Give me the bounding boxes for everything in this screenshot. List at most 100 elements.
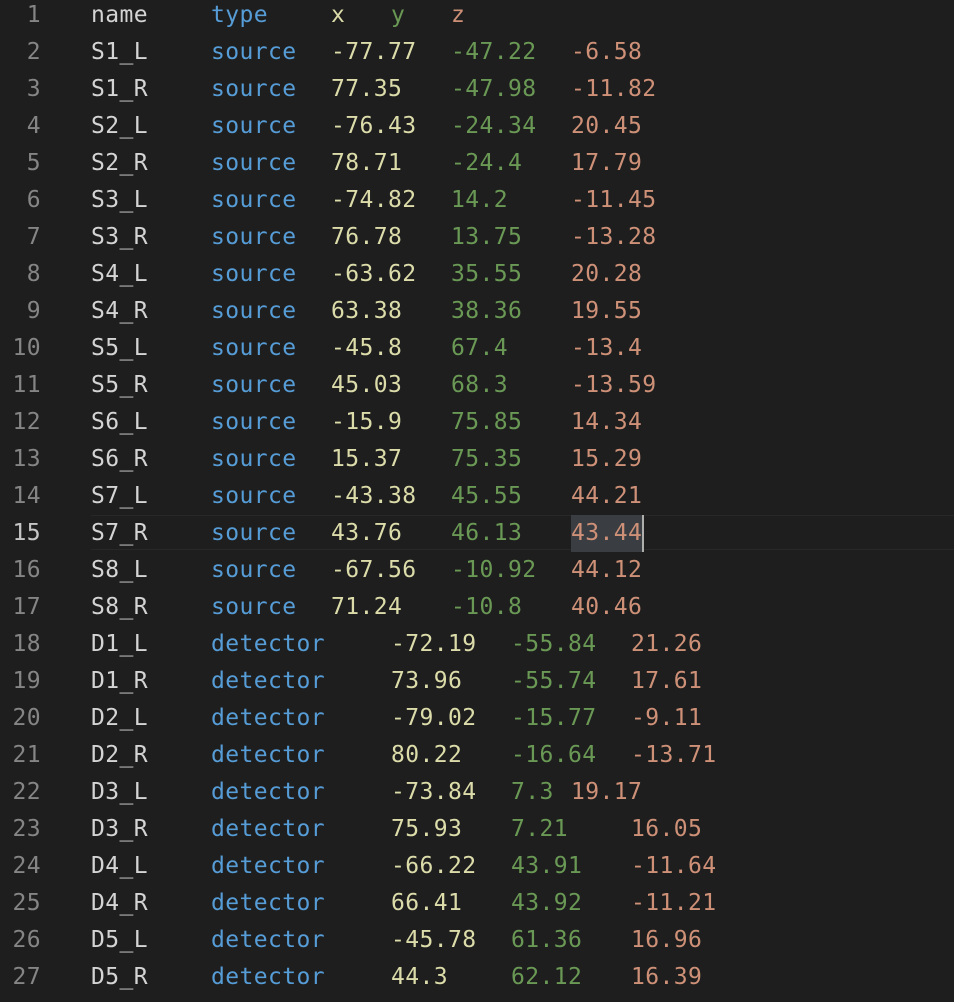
editor-line[interactable]: 23 D3_R detector 75.93 7.21 16.05 xyxy=(0,811,954,848)
cell-z: -13.28 xyxy=(571,224,657,250)
cell-type: type xyxy=(211,2,268,28)
cell-name: D5_R xyxy=(91,964,148,990)
editor-line[interactable]: 3 S1_R source 77.35 -47.98 -11.82 xyxy=(0,71,954,108)
editor-line[interactable]: 5 S2_R source 78.71 -24.4 17.79 xyxy=(0,145,954,182)
cell-z: -11.21 xyxy=(631,890,717,916)
cell-name: S2_L xyxy=(91,113,148,139)
editor-line[interactable]: 12 S6_L source -15.9 75.85 14.34 xyxy=(0,404,954,441)
cell-y: 75.35 xyxy=(451,446,523,472)
cell-y: 75.85 xyxy=(451,409,523,435)
cell-y: 46.13 xyxy=(451,520,523,546)
editor-line[interactable]: 13 S6_R source 15.37 75.35 15.29 xyxy=(0,441,954,478)
cell-z: -11.45 xyxy=(571,187,657,213)
cell-y: -55.74 xyxy=(511,668,597,694)
line-number[interactable]: 11 xyxy=(0,367,41,404)
cell-z: 17.79 xyxy=(571,150,643,176)
cell-x: -77.77 xyxy=(331,39,417,65)
cell-x: 63.38 xyxy=(331,298,403,324)
line-number[interactable]: 17 xyxy=(0,589,41,626)
editor-line[interactable]: 2 S1_L source -77.77 -47.22 -6.58 xyxy=(0,34,954,71)
editor-line[interactable]: 18 D1_L detector -72.19 -55.84 21.26 xyxy=(0,626,954,663)
editor-line[interactable]: 17 S8_R source 71.24 -10.8 40.46 xyxy=(0,589,954,626)
cell-x: -73.84 xyxy=(391,779,477,805)
cell-x: 44.3 xyxy=(391,964,448,990)
editor-line[interactable]: 22 D3_L detector -73.84 7.3 19.17 xyxy=(0,774,954,811)
line-number[interactable]: 2 xyxy=(0,34,41,71)
cell-y: 67.4 xyxy=(451,335,508,361)
cell-name: S4_R xyxy=(91,298,148,324)
cell-y: 45.55 xyxy=(451,483,523,509)
line-number[interactable]: 3 xyxy=(0,71,41,108)
line-number[interactable]: 13 xyxy=(0,441,41,478)
editor-line[interactable]: 26 D5_L detector -45.78 61.36 16.96 xyxy=(0,922,954,959)
cell-z: 17.61 xyxy=(631,668,703,694)
editor-line[interactable]: 20 D2_L detector -79.02 -15.77 -9.11 xyxy=(0,700,954,737)
editor-line[interactable]: 16 S8_L source -67.56 -10.92 44.12 xyxy=(0,552,954,589)
cell-x: 75.93 xyxy=(391,816,463,842)
editor-line[interactable]: 4 S2_L source -76.43 -24.34 20.45 xyxy=(0,108,954,145)
line-number[interactable]: 9 xyxy=(0,293,41,330)
line-number[interactable]: 20 xyxy=(0,700,41,737)
line-number[interactable]: 19 xyxy=(0,663,41,700)
editor-line-header[interactable]: 1 name type x y z xyxy=(0,0,954,34)
editor-line[interactable]: 8 S4_L source -63.62 35.55 20.28 xyxy=(0,256,954,293)
line-number[interactable]: 6 xyxy=(0,182,41,219)
cell-name: S3_L xyxy=(91,187,148,213)
editor-line[interactable]: 10 S5_L source -45.8 67.4 -13.4 xyxy=(0,330,954,367)
editor-line[interactable]: 14 S7_L source -43.38 45.55 44.21 xyxy=(0,478,954,515)
editor-line[interactable]: 9 S4_R source 63.38 38.36 19.55 xyxy=(0,293,954,330)
cell-type: detector xyxy=(211,668,325,694)
editor-line[interactable]: 27 D5_R detector 44.3 62.12 16.39 xyxy=(0,959,954,996)
cell-z: 43.44 xyxy=(571,515,645,552)
editor-line[interactable]: 6 S3_L source -74.82 14.2 -11.45 xyxy=(0,182,954,219)
line-number[interactable]: 12 xyxy=(0,404,41,441)
line-number[interactable]: 16 xyxy=(0,552,41,589)
editor-line[interactable]: 21 D2_R detector 80.22 -16.64 -13.71 xyxy=(0,737,954,774)
cell-name: name xyxy=(91,2,148,28)
code-editor[interactable]: 1 name type x y z 2 S1_L source -77.77 -47.22 -6.58… xyxy=(0,0,954,1002)
cell-type: source xyxy=(211,113,297,139)
line-number[interactable]: 22 xyxy=(0,774,41,811)
cell-x: 80.22 xyxy=(391,742,463,768)
line-number[interactable]: 24 xyxy=(0,848,41,885)
line-number[interactable]: 8 xyxy=(0,256,41,293)
line-number[interactable]: 21 xyxy=(0,737,41,774)
editor-line[interactable]: 11 S5_R source 45.03 68.3 -13.59 xyxy=(0,367,954,404)
cell-type: detector xyxy=(211,927,325,953)
line-number[interactable]: 23 xyxy=(0,811,41,848)
line-number[interactable]: 4 xyxy=(0,108,41,145)
editor-line[interactable]: 15 S7_R source 43.76 46.13 43.44 xyxy=(0,515,954,552)
cell-x: 71.24 xyxy=(331,594,403,620)
line-number[interactable]: 10 xyxy=(0,330,41,367)
line-number[interactable]: 14 xyxy=(0,478,41,515)
cell-z: 16.96 xyxy=(631,927,703,953)
cell-name: S3_R xyxy=(91,224,148,250)
cell-y: -55.84 xyxy=(511,631,597,657)
editor-line[interactable]: 24 D4_L detector -66.22 43.91 -11.64 xyxy=(0,848,954,885)
cell-type: source xyxy=(211,409,297,435)
cell-x: -45.78 xyxy=(391,927,477,953)
cell-x: -45.8 xyxy=(331,335,403,361)
cell-y: 38.36 xyxy=(451,298,523,324)
cell-y: -16.64 xyxy=(511,742,597,768)
cell-name: D5_L xyxy=(91,927,148,953)
line-number[interactable]: 26 xyxy=(0,922,41,959)
line-number[interactable]: 15 xyxy=(0,515,41,552)
cell-z: -11.64 xyxy=(631,853,717,879)
cell-z: -6.58 xyxy=(571,39,643,65)
line-number[interactable]: 5 xyxy=(0,145,41,182)
cell-name: D3_R xyxy=(91,816,148,842)
line-number[interactable]: 25 xyxy=(0,885,41,922)
cell-y: 7.3 xyxy=(511,779,554,805)
line-number[interactable]: 7 xyxy=(0,219,41,256)
cell-type: detector xyxy=(211,779,325,805)
editor-line[interactable]: 25 D4_R detector 66.41 43.92 -11.21 xyxy=(0,885,954,922)
line-number[interactable]: 18 xyxy=(0,626,41,663)
line-number[interactable]: 27 xyxy=(0,959,41,996)
cell-name: S6_R xyxy=(91,446,148,472)
cell-type: source xyxy=(211,520,297,546)
line-number[interactable]: 1 xyxy=(0,0,41,34)
editor-line[interactable]: 7 S3_R source 76.78 13.75 -13.28 xyxy=(0,219,954,256)
editor-line[interactable]: 19 D1_R detector 73.96 -55.74 17.61 xyxy=(0,663,954,700)
cell-z: 19.55 xyxy=(571,298,643,324)
